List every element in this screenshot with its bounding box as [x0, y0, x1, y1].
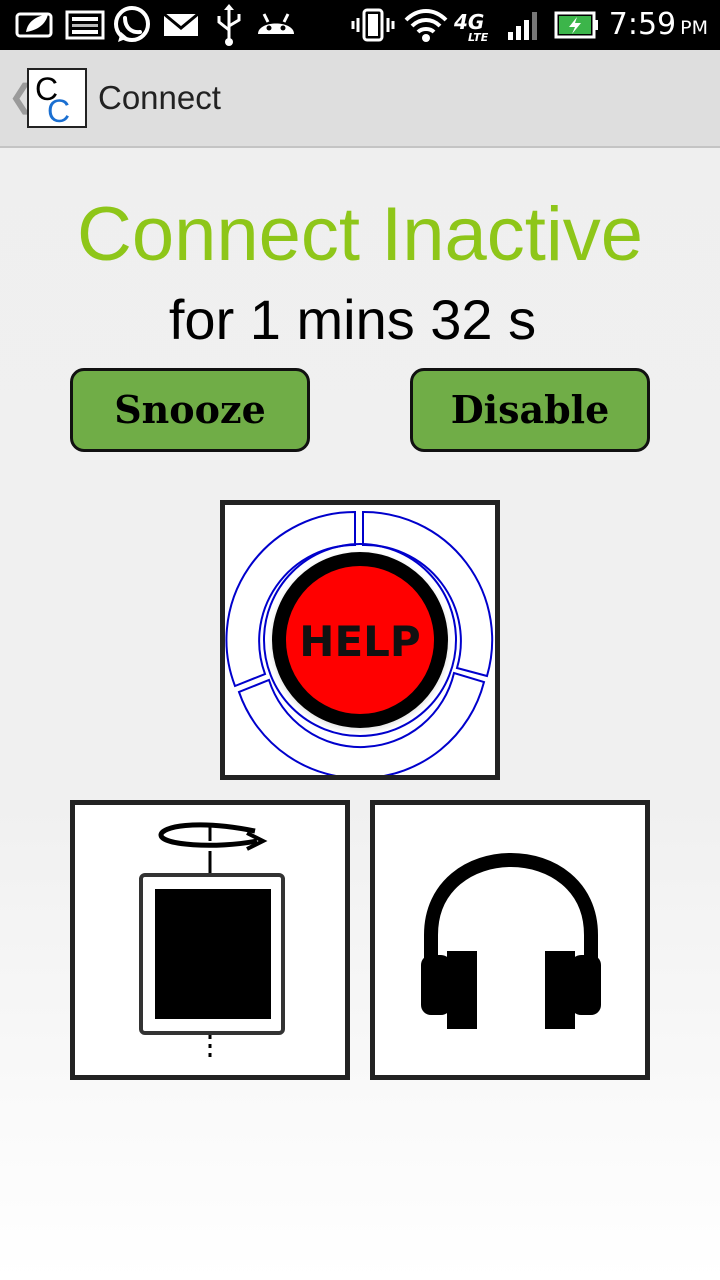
clock-ampm: PM: [680, 17, 708, 39]
logo-letter-blue: C: [47, 93, 70, 126]
email-icon: [163, 12, 199, 36]
network-type-label: 4G: [454, 10, 485, 34]
status-duration: for 1 mins 32 s: [168, 288, 537, 351]
leaf-notification-icon: [15, 12, 53, 38]
snooze-button[interactable]: Snooze: [70, 368, 310, 452]
wifi-icon: [404, 9, 448, 42]
headphones-tile[interactable]: [370, 800, 650, 1080]
screen-rotate-icon: [139, 822, 285, 1057]
signal-icon: [508, 12, 537, 40]
network-subtype-label: LTE: [468, 31, 489, 44]
headphones-icon: [421, 853, 601, 1029]
app-title: Connect: [98, 79, 221, 116]
help-label: HELP: [299, 617, 420, 666]
action-bar: ❮ C C Connect: [0, 50, 720, 148]
battery-charging-icon: [554, 11, 598, 39]
whatsapp-icon: [114, 6, 150, 42]
status-heading: Connect Inactive: [76, 192, 644, 277]
screen-rotate-tile[interactable]: [70, 800, 350, 1080]
status-clock: 7:59 PM: [609, 4, 708, 46]
app-logo-icon[interactable]: C C: [27, 68, 87, 129]
image-notification-icon: [65, 10, 105, 40]
4g-lte-icon: 4G LTE: [454, 0, 498, 50]
disable-button[interactable]: Disable: [410, 368, 650, 452]
help-button-icon[interactable]: HELP: [225, 505, 495, 775]
usb-icon: [217, 4, 241, 46]
help-tile[interactable]: HELP: [220, 500, 500, 780]
android-icon: [258, 13, 294, 34]
status-bar: 4G LTE 7:59 PM: [0, 0, 720, 50]
vibrate-icon: [351, 8, 395, 42]
clock-time: 7:59: [608, 7, 677, 42]
